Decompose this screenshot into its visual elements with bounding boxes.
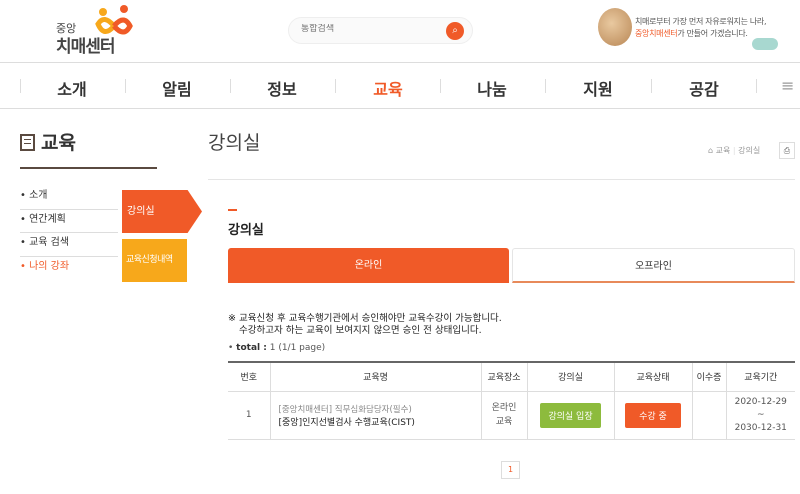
section-accent <box>228 209 237 211</box>
sidebar-item-label: 나의 강좌 <box>29 260 70 272</box>
home-icon[interactable]: ⌂ <box>708 146 713 155</box>
search-input[interactable] <box>301 24 441 34</box>
nav-item-intro[interactable]: 소개 <box>57 76 86 100</box>
column-header: 번호 <box>228 361 270 392</box>
place-cell: 온라인교육 <box>480 391 527 440</box>
place-line: 교육 <box>495 417 513 427</box>
period-separator: ~ <box>756 409 765 420</box>
submenu-classroom[interactable]: 강의실 <box>122 190 202 233</box>
nav-divider <box>651 79 652 93</box>
promo-balloon-image <box>598 8 632 46</box>
search-icon[interactable]: ⌕ <box>446 22 464 40</box>
promo-line2: 중앙치매센터가 만들어 가겠습니다. <box>635 28 748 39</box>
breadcrumb: ⌂ 교육 | 강의실 <box>708 145 760 156</box>
promo-line1: 치매로부터 가장 먼저 자유로워지는 나라, <box>635 17 767 26</box>
nav-item-notice[interactable]: 알림 <box>162 76 191 100</box>
nav-item-empathy[interactable]: 공감 <box>689 76 718 100</box>
nav-item-info[interactable]: 정보 <box>267 76 296 100</box>
table-row: 1 [중앙치매센터] 직무심화담당자(필수) [중앙]인지선별검사 수행교육(CI… <box>228 391 795 440</box>
sidebar-item-label: 소개 <box>29 190 48 201</box>
total-count: • total : 1 (1/1 page) <box>228 343 326 353</box>
nav-divider <box>20 79 21 93</box>
nav-divider <box>756 79 757 93</box>
promo-highlight: 중앙치매센터 <box>635 29 678 38</box>
nav-divider <box>335 79 336 93</box>
breadcrumb-item[interactable]: 강의실 <box>738 146 760 155</box>
nav-item-support[interactable]: 지원 <box>583 76 612 100</box>
notice-line: ※ 교육신청 후 교육수행기관에서 승인해야만 교육수강이 가능합니다. <box>228 313 502 324</box>
sidebar-title-text: 교육 <box>41 132 76 154</box>
title-divider <box>208 179 795 180</box>
table-header-row: 번호 교육명 교육장소 강의실 교육상태 이수증 교육기간 <box>228 361 795 392</box>
sidebar-item-label: 교육 검색 <box>29 237 70 248</box>
notice-line: 수강하고자 하는 교육이 보여지지 않으면 승인 전 상태입니다. <box>239 325 482 336</box>
column-header: 강의실 <box>526 361 614 392</box>
row-number: 1 <box>228 391 270 440</box>
cloud-decoration <box>752 38 778 50</box>
column-header: 교육기간 <box>725 361 795 392</box>
promo-line2-rest: 가 만들어 가겠습니다. <box>677 29 748 38</box>
nav-divider <box>545 79 546 93</box>
total-label: total : <box>236 343 267 353</box>
period-end: 2030-12-31 <box>734 422 787 433</box>
course-name[interactable]: [중앙]인지선별검사 수행교육(CIST) <box>279 415 481 428</box>
column-header: 교육상태 <box>613 361 692 392</box>
status-cell: 수강 중 <box>613 391 692 440</box>
sidebar-title: 교육 <box>20 128 76 155</box>
hamburger-menu-icon[interactable]: ≡ <box>781 76 794 95</box>
nav-divider <box>230 79 231 93</box>
breadcrumb-item[interactable]: 교육 <box>716 146 731 155</box>
period-start: 2020-12-29 <box>734 396 787 407</box>
total-value: 1 (1/1 page) <box>269 343 326 353</box>
notice-text: ※ 교육신청 후 교육수행기관에서 승인해야만 교육수강이 가능합니다. 수강하… <box>228 313 502 337</box>
column-header: 이수증 <box>691 361 726 392</box>
sidebar-item-label: 연간계획 <box>29 213 66 225</box>
status-badge: 수강 중 <box>625 402 681 428</box>
sidebar-item-my-course[interactable]: • 나의 강좌 <box>20 257 118 281</box>
nav-item-education[interactable]: 교육 <box>373 76 402 100</box>
certificate-cell <box>691 391 726 440</box>
sidebar-item-search[interactable]: • 교육 검색 <box>20 233 118 257</box>
document-icon <box>20 134 35 151</box>
column-header: 교육장소 <box>480 361 527 392</box>
sidebar-divider <box>20 167 157 169</box>
main-nav: 소개 알림 정보 교육 나눔 지원 공감 ≡ <box>0 62 800 109</box>
nav-item-share[interactable]: 나눔 <box>477 76 506 100</box>
course-category: [중앙치매센터] 직무심화담당자(필수) <box>278 404 412 415</box>
tab-online[interactable]: 온라인 <box>228 248 509 283</box>
pagination-page[interactable]: 1 <box>501 461 520 479</box>
print-icon[interactable]: ⎙ <box>779 142 795 159</box>
course-table: 번호 교육명 교육장소 강의실 교육상태 이수증 교육기간 1 [중앙치매센터]… <box>228 361 795 440</box>
search-box: ⌕ <box>288 17 473 44</box>
page-title: 강의실 <box>208 132 261 154</box>
submenu-application-history[interactable]: 교육신청내역 <box>122 239 187 282</box>
enter-classroom-button[interactable]: 강의실 입장 <box>540 402 601 428</box>
breadcrumb-separator: | <box>732 146 736 155</box>
column-header: 교육명 <box>269 361 481 392</box>
nav-divider <box>125 79 126 93</box>
classroom-cell: 강의실 입장 <box>526 391 614 440</box>
course-name-cell: [중앙치매센터] 직무심화담당자(필수) [중앙]인지선별검사 수행교육(CIST… <box>269 391 481 440</box>
logo-mark-icon <box>95 5 133 35</box>
place-line: 온라인 <box>491 403 517 413</box>
tab-offline[interactable]: 오프라인 <box>512 248 795 283</box>
section-title: 강의실 <box>228 223 264 238</box>
sidebar-menu: • 소개 • 연간계획 • 교육 검색 • 나의 강좌 <box>20 186 118 280</box>
period-cell: 2020-12-29 ~2030-12-31 <box>725 391 795 440</box>
sidebar-item-annual-plan[interactable]: • 연간계획 <box>20 210 118 233</box>
sidebar-item-intro[interactable]: • 소개 <box>20 186 118 210</box>
nav-divider <box>440 79 441 93</box>
